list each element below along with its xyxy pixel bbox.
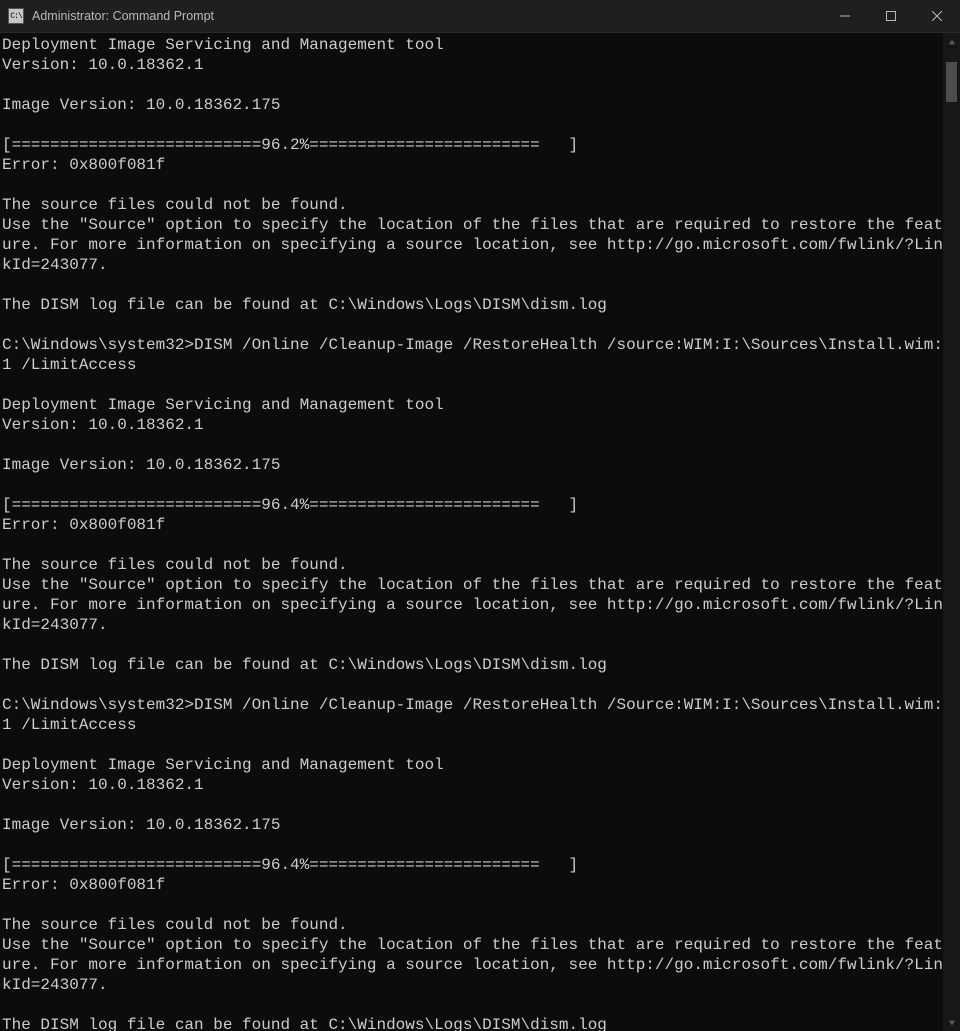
window-title: Administrator: Command Prompt: [32, 9, 214, 23]
chevron-down-icon: [948, 1019, 956, 1027]
vertical-scrollbar[interactable]: [943, 33, 960, 1031]
minimize-button[interactable]: [822, 0, 868, 32]
maximize-button[interactable]: [868, 0, 914, 32]
minimize-icon: [840, 11, 850, 21]
scroll-up-button[interactable]: [943, 33, 960, 50]
client-area: Deployment Image Servicing and Managemen…: [0, 33, 960, 1031]
command-prompt-window: C:\ Administrator: Command Prompt Deploy…: [0, 0, 960, 1031]
chevron-up-icon: [948, 38, 956, 46]
close-button[interactable]: [914, 0, 960, 32]
scroll-down-button[interactable]: [943, 1014, 960, 1031]
maximize-icon: [886, 11, 896, 21]
scrollbar-track[interactable]: [943, 50, 960, 1014]
cmd-icon: C:\: [8, 8, 24, 24]
terminal-output[interactable]: Deployment Image Servicing and Managemen…: [0, 33, 943, 1031]
close-icon: [932, 11, 942, 21]
titlebar[interactable]: C:\ Administrator: Command Prompt: [0, 0, 960, 33]
scrollbar-thumb[interactable]: [946, 62, 957, 102]
